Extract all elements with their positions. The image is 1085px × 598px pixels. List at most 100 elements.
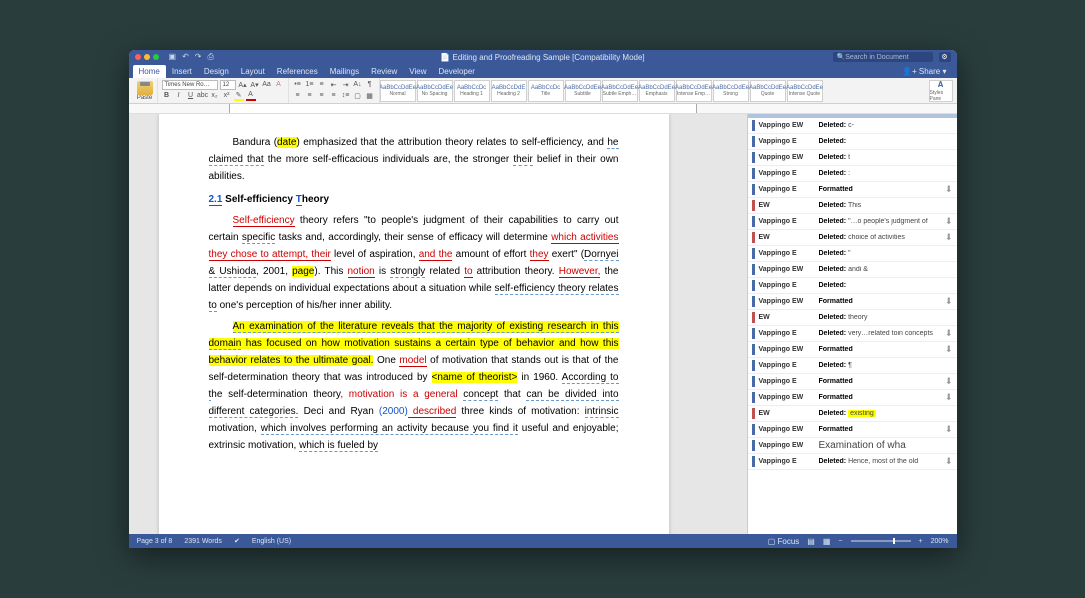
- tab-insert[interactable]: Insert: [166, 65, 198, 78]
- paste-group[interactable]: Paste: [133, 78, 158, 103]
- tab-design[interactable]: Design: [198, 65, 235, 78]
- web-layout-icon[interactable]: ▦: [823, 537, 831, 546]
- zoom-slider[interactable]: [851, 540, 911, 542]
- revision-row[interactable]: Vappingo EDeleted: ": [748, 246, 957, 262]
- revision-row[interactable]: Vappingo EDeleted: :: [748, 166, 957, 182]
- revision-row[interactable]: Vappingo EDeleted:: [748, 278, 957, 294]
- styles-pane-button[interactable]: Styles Pane: [929, 80, 953, 102]
- word-count[interactable]: 2391 Words: [184, 538, 222, 545]
- clear-format-icon[interactable]: A: [274, 80, 284, 90]
- style-subtle-emph-[interactable]: AaBbCcDdEeSubtle Emph…: [602, 80, 638, 102]
- ruler[interactable]: [129, 104, 957, 114]
- revision-row[interactable]: Vappingo EWFormatted ⬇: [748, 294, 957, 310]
- page: Bandura (date) emphasized that the attri…: [159, 114, 669, 534]
- ribbon-tabs: Home Insert Design Layout References Mai…: [129, 64, 957, 78]
- spellcheck-icon[interactable]: ✔: [234, 537, 240, 545]
- sub-icon[interactable]: x₂: [210, 91, 220, 101]
- underline-icon[interactable]: U: [186, 91, 196, 101]
- style-emphasis[interactable]: AaBbCcDdEeEmphasis: [639, 80, 675, 102]
- align-left-icon[interactable]: ≡: [293, 91, 303, 101]
- minimize-icon[interactable]: [144, 54, 150, 60]
- revision-row[interactable]: Vappingo EWDeleted: t: [748, 150, 957, 166]
- tab-mailings[interactable]: Mailings: [324, 65, 365, 78]
- tab-layout[interactable]: Layout: [235, 65, 271, 78]
- revision-row[interactable]: Vappingo EFormatted ⬇: [748, 182, 957, 198]
- revision-row[interactable]: Vappingo EDeleted: ¶: [748, 358, 957, 374]
- settings-icon[interactable]: ⚙: [939, 52, 951, 62]
- style-quote[interactable]: AaBbCcDdEeQuote: [750, 80, 786, 102]
- document-area[interactable]: Bandura (date) emphasized that the attri…: [129, 114, 747, 534]
- numbering-icon[interactable]: 1≡: [305, 80, 315, 90]
- grow-font-icon[interactable]: A▴: [238, 80, 248, 90]
- revision-row[interactable]: EWDeleted: existing: [748, 406, 957, 422]
- print-icon[interactable]: ⎙: [207, 52, 213, 62]
- font-size-select[interactable]: 12: [220, 80, 236, 90]
- revision-row[interactable]: Vappingo EWFormatted ⬇: [748, 390, 957, 406]
- undo-icon[interactable]: ↶: [182, 52, 189, 62]
- revision-row[interactable]: Vappingo EWDeleted: c-: [748, 118, 957, 134]
- sort-icon[interactable]: A↓: [353, 80, 363, 90]
- style-intense-emp-[interactable]: AaBbCcDdEeIntense Emp…: [676, 80, 712, 102]
- font-color-icon[interactable]: A: [246, 91, 256, 101]
- indent-icon[interactable]: ⇥: [341, 80, 351, 90]
- tab-developer[interactable]: Developer: [433, 65, 481, 78]
- share-button[interactable]: 👤+ Share ▾: [896, 65, 952, 78]
- shrink-font-icon[interactable]: A▾: [250, 80, 260, 90]
- multilevel-icon[interactable]: ≡: [317, 80, 327, 90]
- maximize-icon[interactable]: [153, 54, 159, 60]
- show-marks-icon[interactable]: ¶: [365, 80, 375, 90]
- revisions-panel[interactable]: Vappingo EWDeleted: c-Vappingo EDeleted:…: [747, 114, 957, 534]
- sup-icon[interactable]: x²: [222, 91, 232, 101]
- revision-row[interactable]: Vappingo EWFormatted ⬇: [748, 422, 957, 438]
- revision-row[interactable]: Vappingo EWDeleted: andi &: [748, 262, 957, 278]
- revision-row[interactable]: Vappingo EDeleted: Hence, most of the ol…: [748, 454, 957, 470]
- zoom-level[interactable]: 200%: [931, 538, 949, 545]
- search-input[interactable]: 🔍 Search in Document: [833, 52, 933, 62]
- zoom-in-icon[interactable]: +: [919, 538, 923, 545]
- titlebar: ▣ ↶ ↷ ⎙ 📄 Editing and Proofreading Sampl…: [129, 50, 957, 64]
- style-heading-1[interactable]: AaBbCcDcHeading 1: [454, 80, 490, 102]
- style-intense-quote[interactable]: AaBbCcDdEeIntense Quote: [787, 80, 823, 102]
- strike-icon[interactable]: abc: [198, 91, 208, 101]
- line-spacing-icon[interactable]: ↕≡: [341, 91, 351, 101]
- revision-row[interactable]: EWDeleted: This: [748, 198, 957, 214]
- shading-icon[interactable]: ▢: [353, 91, 363, 101]
- redo-icon[interactable]: ↷: [195, 52, 202, 62]
- tab-home[interactable]: Home: [133, 65, 166, 78]
- focus-mode[interactable]: ▢ Focus: [768, 537, 800, 546]
- font-name-select[interactable]: Times New Ro…: [162, 80, 218, 90]
- zoom-out-icon[interactable]: −: [838, 538, 842, 545]
- revision-row[interactable]: EWDeleted: choice of activities⬇: [748, 230, 957, 246]
- print-layout-icon[interactable]: ▤: [807, 537, 815, 546]
- highlight-icon[interactable]: ✎: [234, 91, 244, 101]
- revision-row[interactable]: Vappingo EWFormatted ⬇: [748, 342, 957, 358]
- change-case-icon[interactable]: Aa: [262, 80, 272, 90]
- revision-row[interactable]: Vappingo EDeleted: very…related toin con…: [748, 326, 957, 342]
- revision-row[interactable]: Vappingo EFormatted ⬇: [748, 374, 957, 390]
- style-subtitle[interactable]: AaBbCcDdEeSubtitle: [565, 80, 601, 102]
- revision-row[interactable]: EWDeleted: theory: [748, 310, 957, 326]
- align-right-icon[interactable]: ≡: [317, 91, 327, 101]
- justify-icon[interactable]: ≡: [329, 91, 339, 101]
- revision-row[interactable]: Vappingo EDeleted:: [748, 134, 957, 150]
- bold-icon[interactable]: B: [162, 91, 172, 101]
- align-center-icon[interactable]: ≡: [305, 91, 315, 101]
- language-indicator[interactable]: English (US): [252, 538, 291, 545]
- save-icon[interactable]: ▣: [169, 52, 177, 62]
- italic-icon[interactable]: I: [174, 91, 184, 101]
- page-indicator[interactable]: Page 3 of 8: [137, 538, 173, 545]
- tab-review[interactable]: Review: [365, 65, 403, 78]
- style-no-spacing[interactable]: AaBbCcDdEeNo Spacing: [417, 80, 453, 102]
- bullets-icon[interactable]: •≡: [293, 80, 303, 90]
- style-strong[interactable]: AaBbCcDdEeStrong: [713, 80, 749, 102]
- style-normal[interactable]: AaBbCcDdEeNormal: [380, 80, 416, 102]
- borders-icon[interactable]: ▦: [365, 91, 375, 101]
- tab-references[interactable]: References: [271, 65, 324, 78]
- revision-row[interactable]: Vappingo EWExamination of wha: [748, 438, 957, 454]
- style-title[interactable]: AaBbCcDcTitle: [528, 80, 564, 102]
- close-icon[interactable]: [135, 54, 141, 60]
- outdent-icon[interactable]: ⇤: [329, 80, 339, 90]
- tab-view[interactable]: View: [403, 65, 432, 78]
- revision-row[interactable]: Vappingo EDeleted: "…o people's judgment…: [748, 214, 957, 230]
- style-heading-2[interactable]: AaBbCcDdEHeading 2: [491, 80, 527, 102]
